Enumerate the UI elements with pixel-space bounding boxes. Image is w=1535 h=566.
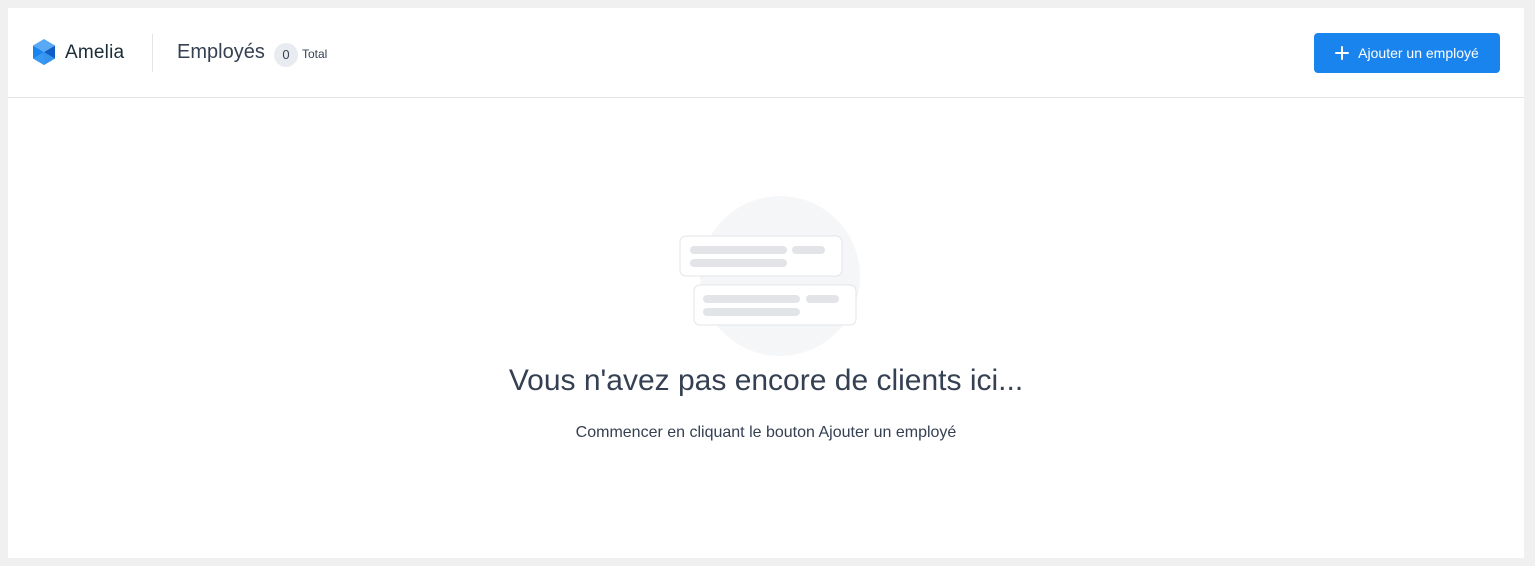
header-divider xyxy=(152,34,153,72)
empty-state-title: Vous n'avez pas encore de clients ici... xyxy=(508,364,1024,397)
add-employee-button[interactable]: Ajouter un employé xyxy=(1314,33,1500,73)
empty-list-illustration xyxy=(679,196,860,356)
illustration-line xyxy=(792,246,825,254)
illustration-line xyxy=(690,246,787,254)
main-panel: Amelia Employés 0 Total Ajouter un emplo… xyxy=(8,8,1524,558)
empty-state-subtitle: Commencer en cliquant le bouton Ajouter … xyxy=(575,424,957,441)
illustration-line xyxy=(690,259,787,267)
add-employee-button-label: Ajouter un employé xyxy=(1358,45,1479,61)
illustration-line xyxy=(703,295,800,303)
amelia-logo-icon xyxy=(33,39,55,65)
employee-count-label: Total xyxy=(302,47,328,61)
page-header: Amelia Employés 0 Total Ajouter un emplo… xyxy=(8,8,1524,98)
illustration-line xyxy=(806,295,839,303)
app-name: Amelia xyxy=(65,42,125,63)
app-logo: Amelia xyxy=(31,38,124,68)
page-title: Employés xyxy=(177,41,265,63)
plus-icon xyxy=(1335,46,1350,60)
illustration-card-top xyxy=(679,235,843,277)
illustration-line xyxy=(703,308,800,316)
illustration-card-bottom xyxy=(693,284,857,326)
employee-count-badge: 0 xyxy=(274,43,298,67)
